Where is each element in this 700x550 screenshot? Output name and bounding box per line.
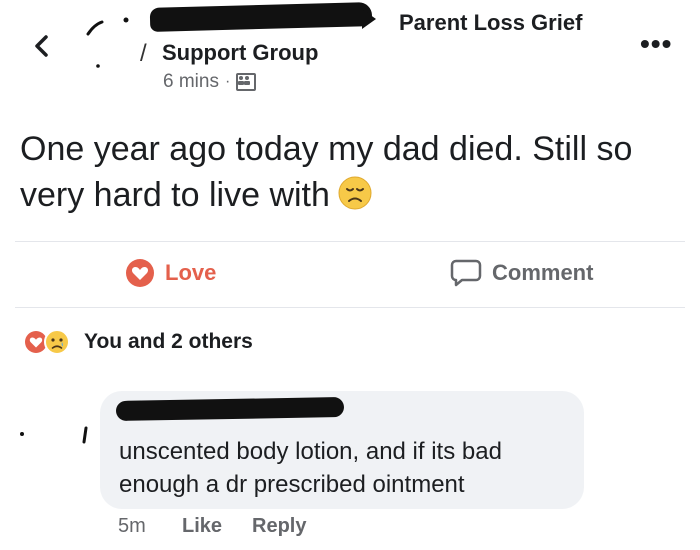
disappointed-face-icon <box>338 176 372 222</box>
divider <box>15 241 685 242</box>
group-icon <box>236 73 257 91</box>
reaction-icons[interactable] <box>24 329 70 355</box>
love-button[interactable]: Love <box>125 258 216 288</box>
love-icon <box>126 259 154 287</box>
redacted-author-name-arrow <box>362 9 376 29</box>
more-options-icon[interactable]: ••• <box>640 28 672 60</box>
comment-button[interactable]: Comment <box>450 258 593 288</box>
redacted-commenter-name <box>115 397 345 421</box>
comment-timestamp[interactable]: 5m <box>118 515 146 538</box>
divider <box>15 307 685 308</box>
meta-separator: · <box>224 73 231 90</box>
love-label: Love <box>165 260 217 285</box>
redacted-author-name <box>149 2 373 32</box>
group-name-continued[interactable]: Support Group <box>162 40 318 66</box>
sad-reaction-icon <box>44 329 70 355</box>
chevron-left-icon[interactable] <box>28 32 56 60</box>
comment-label: Comment <box>492 260 594 285</box>
comment-like-button[interactable]: Like <box>182 515 222 538</box>
group-name[interactable]: Parent Loss Grief <box>399 10 582 36</box>
post-timestamp[interactable]: 6 mins <box>163 71 219 93</box>
comment-text: unscented body lotion, and if its bad en… <box>119 438 502 498</box>
post-message: One year ago today my dad died. Still so… <box>20 130 633 214</box>
name-separator-mark: / <box>140 40 147 67</box>
commenter-avatar[interactable] <box>14 420 94 460</box>
comment-icon <box>450 259 482 287</box>
post-text: One year ago today my dad died. Still so… <box>20 126 680 222</box>
comment-reply-button[interactable]: Reply <box>252 515 306 538</box>
avatar[interactable] <box>72 6 142 76</box>
reactions-summary[interactable]: You and 2 others <box>84 330 253 354</box>
post-meta: 6 mins · <box>163 71 257 93</box>
